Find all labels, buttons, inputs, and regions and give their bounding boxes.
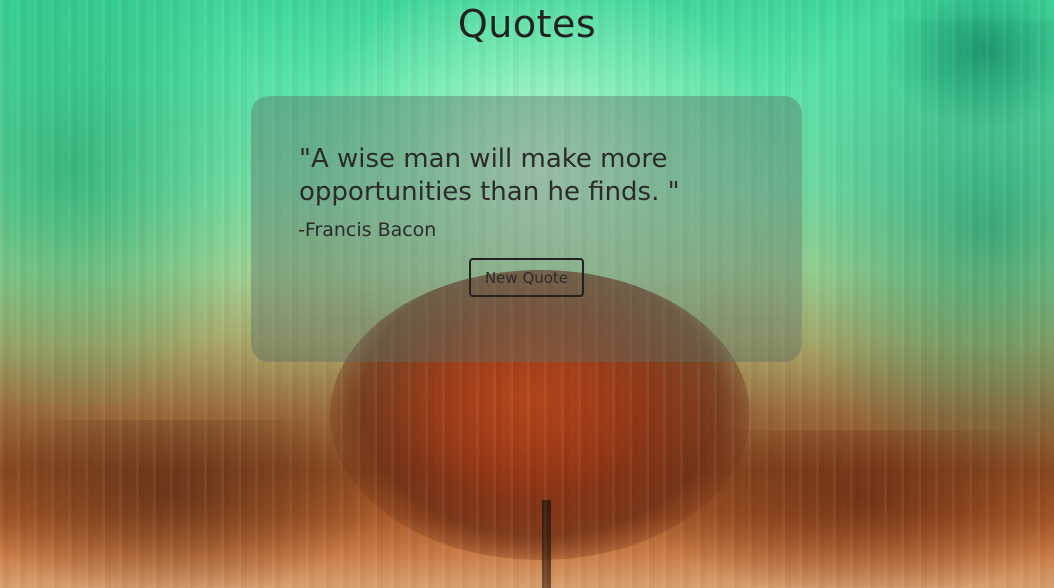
new-quote-button[interactable]: New Quote bbox=[469, 258, 584, 297]
quote-author: -Francis Bacon bbox=[298, 219, 437, 241]
page-title: Quotes bbox=[457, 2, 597, 46]
quote-card: "A wise man will make more opportunities… bbox=[251, 96, 802, 362]
quote-text: "A wise man will make more opportunities… bbox=[299, 144, 680, 207]
